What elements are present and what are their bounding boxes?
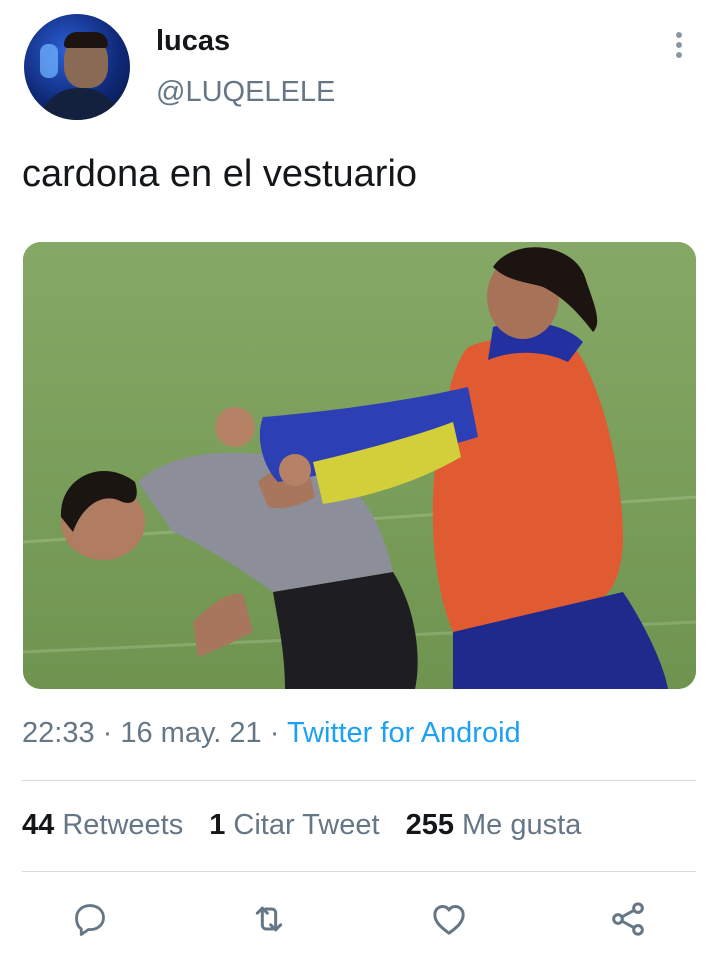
tweet-date: 16 may. 21 [120, 717, 262, 749]
divider [22, 780, 696, 781]
reply-icon [75, 904, 105, 936]
retweet-button[interactable] [247, 897, 291, 941]
quotes-stat[interactable]: 1 Citar Tweet [209, 808, 379, 843]
avatar[interactable] [24, 14, 130, 120]
tweet-meta: 22:33 · 16 may. 21 · Twitter for Android [22, 716, 521, 751]
share-button[interactable] [606, 897, 650, 941]
avatar-shirt [38, 88, 122, 120]
user-handle[interactable]: @LUQELELE [156, 75, 335, 110]
more-vertical-icon [676, 32, 682, 58]
heart-icon [433, 905, 465, 935]
retweets-count: 44 [22, 809, 55, 841]
meta-separator: · [261, 717, 287, 749]
avatar-light [40, 44, 58, 78]
photo-illustration [23, 242, 696, 689]
tweet-text: cardona en el vestuario [22, 153, 418, 195]
more-options-button[interactable] [660, 26, 698, 64]
retweet-icon [255, 906, 283, 932]
tweet-stats: 44 Retweets 1 Citar Tweet 255 Me gusta [22, 808, 581, 843]
quotes-count: 1 [209, 809, 226, 841]
retweets-label: Retweets [62, 809, 184, 841]
likes-stat[interactable]: 255 Me gusta [406, 808, 582, 843]
like-button[interactable] [427, 897, 471, 941]
quotes-label: Citar Tweet [233, 809, 380, 841]
display-name[interactable]: lucas [156, 24, 230, 59]
likes-label: Me gusta [462, 809, 582, 841]
share-icon [612, 902, 644, 936]
divider [22, 871, 696, 872]
tweet-time: 22:33 [22, 717, 95, 749]
tweet-source-link[interactable]: Twitter for Android [287, 717, 521, 749]
reply-button[interactable] [68, 897, 112, 941]
avatar-hair [64, 32, 108, 48]
retweets-stat[interactable]: 44 Retweets [22, 808, 183, 843]
meta-separator: · [94, 717, 121, 749]
tweet-photo[interactable] [23, 242, 696, 689]
likes-count: 255 [405, 809, 454, 841]
action-bar [0, 897, 719, 945]
